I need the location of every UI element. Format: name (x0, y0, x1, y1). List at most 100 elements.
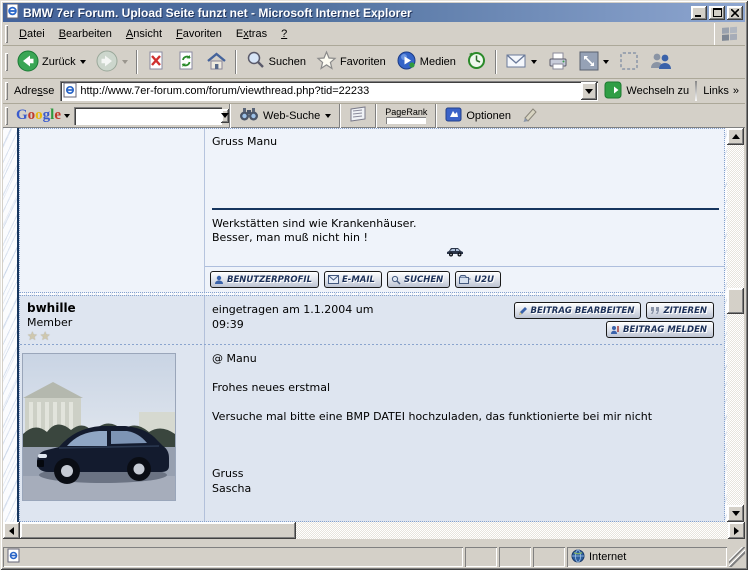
post1-message-text: Gruss Manu (212, 135, 278, 148)
chevron-icon[interactable]: » (733, 85, 739, 97)
links-bar[interactable]: Links » (695, 81, 745, 101)
author-rank: Member (27, 316, 73, 329)
report-post-button[interactable]: BEITRAG MELDEN (606, 321, 714, 338)
google-logo-dropdown-icon[interactable] (64, 113, 71, 118)
web-search-button[interactable]: Web-Suche (234, 105, 336, 127)
title-bar: BMW 7er Forum. Upload Seite funzt net - … (3, 3, 745, 22)
menu-bar: Datei Bearbeiten Ansicht Favoriten Extra… (3, 22, 745, 46)
refresh-icon (176, 51, 196, 74)
scroll-down-button[interactable] (727, 505, 744, 522)
url-text[interactable]: http://www.7er-forum.com/forum/viewthrea… (77, 85, 580, 97)
menubar-grip[interactable] (5, 24, 8, 43)
history-icon (466, 50, 487, 74)
forward-icon (96, 50, 118, 75)
home-button[interactable] (201, 49, 232, 75)
quote-button[interactable]: ZITIEREN (646, 302, 714, 319)
mail-button[interactable] (500, 49, 542, 75)
pagerank-indicator[interactable]: PageRank (380, 107, 432, 124)
post2-button-group: BEITRAG BEARBEITEN ZITIEREN BEITRAG MELD… (513, 302, 714, 338)
scroll-up-button[interactable] (727, 128, 744, 145)
message-line: Versuche mal bitte eine BMP DATEI hochzu… (212, 410, 653, 423)
forward-button[interactable] (91, 49, 133, 75)
ie-window: BMW 7er Forum. Upload Seite funzt net - … (0, 0, 748, 570)
horizontal-scrollbar[interactable] (3, 522, 745, 539)
scroll-right-icon (734, 526, 739, 535)
toolbar-separator (495, 50, 497, 74)
post2-user-column (20, 345, 205, 521)
mail-dropdown-icon[interactable] (530, 60, 537, 64)
resize-button[interactable] (574, 49, 614, 75)
edit-post-button[interactable]: BEITRAG BEARBEITEN (513, 302, 642, 319)
envelope-icon (328, 275, 339, 284)
print-icon (547, 51, 569, 74)
minimize-button[interactable] (691, 5, 707, 20)
button-row-divider (205, 266, 724, 267)
menu-favoriten[interactable]: Favoriten (169, 25, 229, 43)
address-label: Adresse (14, 85, 55, 97)
forum-page: Gruss Manu Werkstätten sind wie Krankenh… (3, 128, 727, 522)
maximize-button[interactable] (709, 5, 725, 20)
menu-ansicht[interactable]: Ansicht (119, 25, 169, 43)
vertical-scroll-thumb[interactable] (727, 288, 744, 314)
scroll-left-button[interactable] (3, 522, 20, 539)
favorites-button[interactable]: Favoriten (311, 49, 391, 75)
status-panel (499, 547, 531, 567)
google-search-dropdown[interactable] (221, 108, 230, 123)
forward-dropdown-icon[interactable] (121, 60, 128, 64)
resize-dropdown-icon[interactable] (602, 60, 609, 64)
message-line: Sascha (212, 482, 252, 495)
post1-button-row: BENUTZERPROFIL E-MAIL SUCHEN U2U (210, 271, 501, 288)
search-posts-button[interactable]: SUCHEN (386, 271, 451, 288)
search-button[interactable]: Suchen (240, 49, 311, 75)
page-icon (63, 82, 77, 101)
go-arrow-icon (604, 81, 622, 102)
stop-button[interactable] (141, 49, 171, 75)
history-button[interactable] (461, 49, 492, 75)
back-icon (17, 50, 39, 75)
google-search-input[interactable] (74, 108, 221, 123)
u2u-button[interactable]: U2U (455, 271, 501, 288)
report-icon (611, 325, 619, 334)
address-bar: Adresse http://www.7er-forum.com/forum/v… (3, 79, 745, 104)
back-button[interactable]: Zurück (12, 49, 91, 75)
standard-toolbar: Zurück Suchen Favoriten Medien (3, 46, 745, 79)
address-input[interactable]: http://www.7er-forum.com/forum/viewthrea… (60, 81, 599, 101)
email-button[interactable]: E-MAIL (324, 271, 382, 288)
scroll-right-button[interactable] (728, 522, 745, 539)
addressbar-grip[interactable] (5, 82, 8, 100)
author-name[interactable]: bwhille (27, 301, 204, 315)
menu-hilfe[interactable]: ? (274, 25, 294, 43)
google-search-field[interactable] (74, 106, 230, 125)
toolbar-grip[interactable] (5, 53, 8, 71)
back-dropdown-icon[interactable] (79, 60, 86, 64)
go-button[interactable]: Wechseln zu (598, 80, 695, 102)
resize-grip[interactable] (729, 547, 745, 567)
status-bar: Internet (3, 545, 745, 567)
news-button[interactable] (344, 105, 372, 127)
refresh-button[interactable] (171, 49, 201, 75)
profile-button[interactable]: BENUTZERPROFIL (210, 271, 319, 288)
horizontal-scroll-thumb[interactable] (20, 522, 296, 539)
address-dropdown-button[interactable] (581, 82, 598, 100)
google-logo[interactable]: Google (12, 107, 63, 124)
ie-logo-icon (5, 3, 20, 22)
discuss-button[interactable] (614, 49, 644, 75)
menu-datei[interactable]: Datei (12, 25, 52, 43)
messenger-button[interactable] (644, 49, 678, 75)
menu-extras[interactable]: Extras (229, 25, 274, 43)
status-main-panel (3, 547, 463, 567)
menu-bearbeiten[interactable]: Bearbeiten (52, 25, 119, 43)
search-icon (245, 50, 266, 74)
highlighter-button[interactable] (516, 105, 544, 127)
post2-user-header: bwhille Member ★★ (20, 296, 205, 344)
media-button[interactable]: Medien (391, 49, 461, 75)
close-button[interactable] (727, 5, 743, 20)
options-button[interactable]: Optionen (440, 105, 516, 127)
googlebar-grip[interactable] (5, 106, 8, 125)
post2-message-column: @ Manu Frohes neues erstmal Versuche mal… (205, 345, 724, 521)
vertical-scrollbar[interactable] (727, 128, 744, 522)
post2-header-right: eingetragen am 1.1.2004 um 09:39 BEITRAG… (205, 296, 724, 344)
binoculars-icon (239, 106, 259, 125)
print-button[interactable] (542, 49, 574, 75)
web-search-dropdown-icon[interactable] (325, 113, 332, 118)
